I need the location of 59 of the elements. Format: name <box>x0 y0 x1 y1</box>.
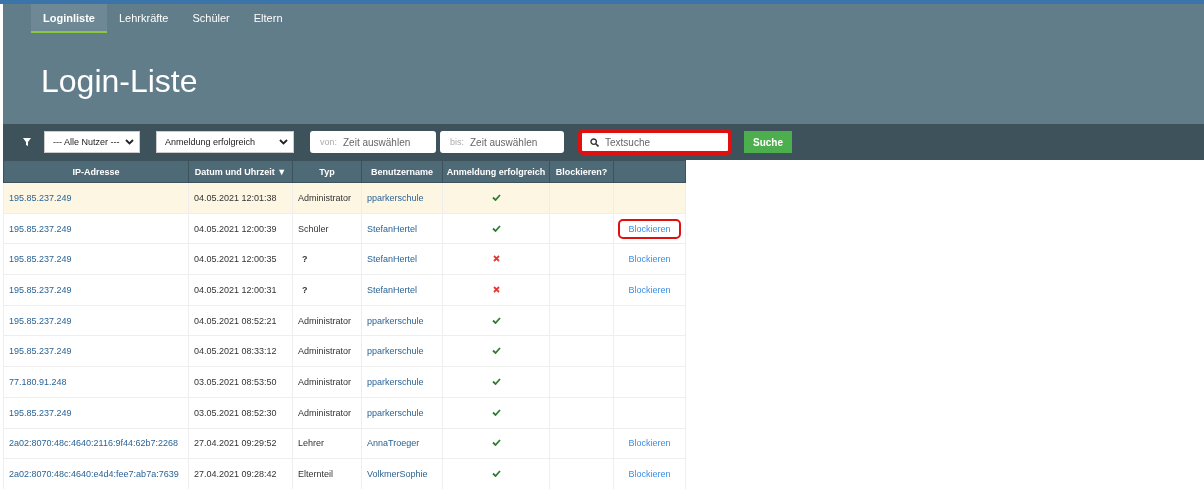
user-type: Elternteil <box>298 469 333 480</box>
user-type: ? <box>301 254 308 265</box>
user-type: Administrator <box>298 407 351 418</box>
nav-tab[interactable]: Loginliste <box>31 4 107 33</box>
date-time: 04.05.2021 12:01:38 <box>194 192 277 203</box>
page-title: Login-Liste <box>41 63 199 99</box>
column-header[interactable]: Benutzername <box>361 160 443 183</box>
column-header[interactable]: Anmeldung erfolgreich <box>442 160 550 183</box>
from-time-field[interactable]: von: Zeit auswählen <box>310 131 436 153</box>
table-row[interactable]: 195.85.237.249 04.05.2021 12:00:31 ? StefanHertel Blockieren <box>3 274 686 306</box>
column-header[interactable]: Typ <box>292 160 362 183</box>
ip-link[interactable]: 195.85.237.249 <box>9 315 72 326</box>
nav-tab[interactable]: Lehrkräfte <box>106 4 181 33</box>
search-field[interactable]: Textsuche <box>580 131 730 153</box>
date-time: 04.05.2021 12:00:39 <box>194 223 277 234</box>
date-time: 04.05.2021 08:33:12 <box>194 346 277 357</box>
table-row[interactable]: 195.85.237.249 03.05.2021 08:52:30 Administrator pparkerschule <box>3 397 686 428</box>
column-header[interactable]: Datum und Uhrzeit ▼ <box>188 160 293 183</box>
column-header[interactable]: IP-Adresse <box>3 160 189 183</box>
column-header[interactable]: Blockieren? <box>549 160 614 183</box>
ip-link[interactable]: 77.180.91.248 <box>9 376 67 387</box>
date-time: 03.05.2021 08:53:50 <box>194 376 277 387</box>
user-type: Administrator <box>298 346 351 357</box>
table-row[interactable]: 77.180.91.248 03.05.2021 08:53:50 Administrator pparkerschule <box>3 366 686 398</box>
caret-icon <box>125 139 134 145</box>
nav-tab[interactable]: Eltern <box>241 4 295 33</box>
user-select[interactable]: --- Alle Nutzer --- <box>44 131 140 153</box>
table-row[interactable]: 2a02:8070:48c:4640:e4d4:fee7:ab7a:7639 27.04.2021 09:28:42 Elternteil VolkmerSophie Blockieren <box>3 458 686 489</box>
ip-link[interactable]: 195.85.237.249 <box>9 254 72 265</box>
table-row[interactable]: 195.85.237.249 04.05.2021 08:33:12 Administrator pparkerschule <box>3 335 686 367</box>
filter-icon <box>23 138 31 146</box>
nav-tab[interactable]: Schüler <box>180 4 242 33</box>
user-type: Administrator <box>298 315 351 326</box>
table-row[interactable]: 195.85.237.249 04.05.2021 12:01:38 Administrator pparkerschule <box>3 182 686 214</box>
search-icon <box>590 137 599 147</box>
user-type: Administrator <box>298 192 351 203</box>
ip-link[interactable]: 195.85.237.249 <box>9 192 72 203</box>
table-row[interactable]: 195.85.237.249 04.05.2021 12:00:35 ? StefanHertel Blockieren <box>3 243 686 275</box>
user-type: ? <box>301 284 308 295</box>
table-row[interactable]: 2a02:8070:48c:4640:2116:9f44:62b7:2268 27.04.2021 09:29:52 Lehrer AnnaTroeger Blockieren <box>3 428 686 459</box>
date-time: 27.04.2021 09:29:52 <box>194 438 277 449</box>
table-row[interactable]: 195.85.237.249 04.05.2021 08:52:21 Administrator pparkerschule <box>3 305 686 336</box>
status-select[interactable]: Anmeldung erfolgreich <box>156 131 294 153</box>
user-type: Lehrer <box>298 438 324 449</box>
date-time: 04.05.2021 12:00:35 <box>194 254 277 265</box>
date-time: 27.04.2021 09:28:42 <box>194 469 277 480</box>
ip-link[interactable]: 195.85.237.249 <box>9 346 72 357</box>
date-time: 03.05.2021 08:52:30 <box>194 407 277 418</box>
ip-link[interactable]: 195.85.237.249 <box>9 407 72 418</box>
date-time: 04.05.2021 08:52:21 <box>194 315 277 326</box>
user-type: Administrator <box>298 376 351 387</box>
caret-icon <box>279 139 288 145</box>
to-time-field[interactable]: bis: Zeit auswählen <box>440 131 564 153</box>
ip-link[interactable]: 195.85.237.249 <box>9 223 72 234</box>
block-link[interactable]: Blockieren <box>618 218 681 239</box>
user-type: Schüler <box>298 223 329 234</box>
table-row[interactable]: 195.85.237.249 04.05.2021 12:00:39 Schüler StefanHertel Blockieren <box>3 213 686 244</box>
ip-link[interactable]: 195.85.237.249 <box>9 284 72 295</box>
date-time: 04.05.2021 12:00:31 <box>194 284 277 295</box>
